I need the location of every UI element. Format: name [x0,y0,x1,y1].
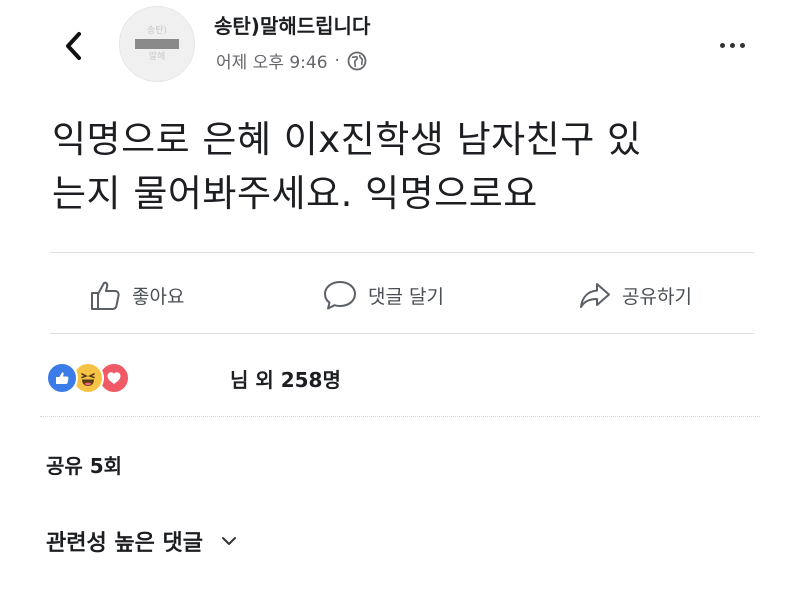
more-dot-icon [739,42,745,48]
comment-button[interactable]: 댓글 달기 [322,274,444,316]
chevron-down-icon [221,536,237,546]
share-count[interactable]: 공유 5회 [46,450,122,479]
divider [50,252,754,253]
post-screen: 송탄) 말해 송탄)말해드립니다 어제 오후 9:46 · 익명으로 은혜 이x… [0,0,800,600]
more-options-button[interactable] [710,30,754,60]
like-button[interactable]: 좋아요 [88,274,184,316]
comment-bubble-icon [324,281,356,310]
avatar-redaction [135,39,179,49]
thumbs-up-icon [91,281,120,310]
comment-sort-label: 관련성 높은 댓글 [46,531,203,556]
share-button[interactable]: 공유하기 [578,274,692,316]
back-button[interactable] [58,26,88,66]
action-bar: 좋아요 댓글 달기 공유하기 [50,262,754,332]
comment-label: 댓글 달기 [368,285,444,308]
avatar-text-top: 송탄) [146,26,168,36]
post-text-line: 익명으로 은혜 이x진학생 남자친구 있 [52,118,642,161]
more-dot-icon [729,42,735,48]
reaction-icons[interactable] [46,358,130,398]
meta-separator: · [334,50,340,71]
post-time[interactable]: 어제 오후 9:46 [216,48,328,73]
like-reaction-icon [46,362,78,394]
divider [50,333,754,334]
share-arrow-icon [580,283,610,308]
divider [40,416,760,417]
like-label: 좋아요 [132,285,185,308]
more-dot-icon [719,42,725,48]
share-label: 공유하기 [622,285,692,308]
globe-icon [347,51,367,71]
post-header: 송탄) 말해 송탄)말해드립니다 어제 오후 9:46 · [0,0,800,90]
avatar[interactable]: 송탄) 말해 [119,6,195,82]
post-meta: 어제 오후 9:46 · [216,48,367,73]
reaction-count[interactable]: 님 외 258명 [230,364,341,393]
comment-sort-dropdown[interactable]: 관련성 높은 댓글 [46,525,237,557]
chevron-left-icon [66,32,81,60]
page-name[interactable]: 송탄)말해드립니다 [214,10,370,39]
avatar-text-bottom: 말해 [148,52,166,62]
post-text-line: 는지 물어봐주세요. 익명으로요 [52,172,538,215]
post-text: 익명으로 은혜 이x진학생 남자친구 있 는지 물어봐주세요. 익명으로요 [52,113,752,221]
